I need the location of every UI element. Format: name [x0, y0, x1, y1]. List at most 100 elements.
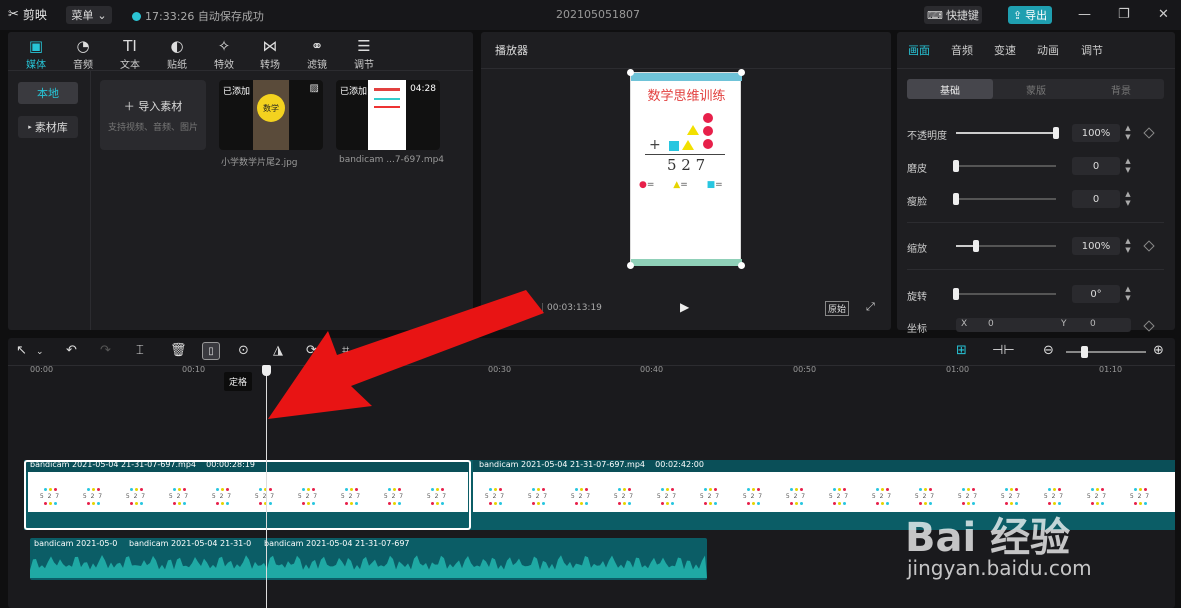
import-label-text: 导入素材	[138, 99, 183, 113]
tab-animation[interactable]: 动画	[1037, 42, 1059, 58]
frame-thumbnail: 5 2 7	[735, 486, 771, 508]
playhead-handle[interactable]	[262, 365, 271, 376]
frame-thumbnail: 5 2 7	[692, 486, 728, 508]
media-thumbnail[interactable]: 已添加 04:28	[336, 80, 440, 150]
keyframe-icon[interactable]	[1143, 240, 1155, 252]
close-icon[interactable]: ✕	[1158, 7, 1169, 22]
media-icon: ▣	[28, 37, 44, 55]
keyframe-icon[interactable]	[1143, 320, 1155, 332]
scale-input[interactable]: 100%	[1072, 237, 1120, 255]
stepper-icon[interactable]: ▲ ▼	[1123, 190, 1133, 208]
smooth-label: 磨皮	[907, 164, 927, 175]
rotate-slider[interactable]	[953, 288, 1056, 300]
crop-icon[interactable]: ⌗	[342, 343, 349, 358]
playhead[interactable]	[266, 374, 267, 608]
rotate-icon[interactable]: ⟳	[306, 343, 317, 358]
tab-audio-props[interactable]: 音频	[951, 42, 973, 58]
reverse-icon[interactable]: ⊙	[238, 343, 249, 358]
import-label: ＋ 导入素材	[124, 98, 183, 114]
rotate-input[interactable]: 0°	[1072, 285, 1120, 303]
position-inputs[interactable]: X 0 Y 0	[956, 318, 1131, 332]
tab-adjust[interactable]: ☰ 调节	[342, 36, 386, 71]
minimize-icon[interactable]: —	[1078, 7, 1091, 22]
stepper-icon[interactable]: ▲ ▼	[1123, 237, 1133, 255]
tab-picture[interactable]: 画面	[908, 42, 930, 58]
subtab-mask[interactable]: 蒙版	[993, 79, 1079, 99]
tab-text[interactable]: TI 文本	[108, 36, 152, 71]
autosave-text: 17:33:26 自动保存成功	[145, 10, 264, 23]
x-value[interactable]: 0	[988, 319, 994, 329]
smooth-slider[interactable]	[953, 160, 1056, 172]
media-thumbnail[interactable]: 数学 已添加 ▨	[219, 80, 323, 150]
audio-track[interactable]: bandicam 2021-05-0 bandicam 2021-05-04 2…	[30, 538, 707, 580]
stepper-icon[interactable]: ▲ ▼	[1123, 124, 1133, 142]
slider-knob[interactable]	[1053, 127, 1059, 139]
video-footer-band	[631, 259, 742, 266]
fullscreen-icon[interactable]: ⤢	[866, 300, 875, 314]
export-icon: ⇪	[1012, 8, 1023, 22]
subtab-background[interactable]: 背景	[1078, 79, 1164, 99]
slim-face-slider[interactable]	[953, 193, 1056, 205]
split-icon[interactable]: ⌶	[136, 343, 144, 358]
app-logo: ✂ 剪映	[8, 6, 47, 23]
tab-speed[interactable]: 变速	[994, 42, 1016, 58]
selected-clip[interactable]	[24, 460, 471, 530]
freeze-frame-button[interactable]: ▯	[202, 342, 220, 360]
magnet-icon[interactable]: ⊞	[956, 343, 967, 358]
scale-slider[interactable]	[956, 240, 1056, 252]
sidebar-item-local[interactable]: 本地	[18, 82, 78, 104]
mirror-icon[interactable]: ◮	[273, 343, 283, 358]
opacity-input[interactable]: 100%	[1072, 124, 1120, 142]
smooth-input[interactable]: 0	[1072, 157, 1120, 175]
clip-duration: 00:02:42:00	[655, 460, 704, 469]
y-value[interactable]: 0	[1090, 319, 1096, 329]
delete-icon[interactable]: 🗑	[170, 343, 187, 358]
zoom-knob[interactable]	[1081, 346, 1088, 358]
divider	[897, 68, 1175, 69]
tick-label: 00:50	[793, 365, 817, 374]
slider-knob[interactable]	[953, 193, 959, 205]
stepper-icon[interactable]: ▲ ▼	[1123, 285, 1133, 303]
link-icon[interactable]: ⊣⊢	[992, 343, 1015, 358]
aspect-ratio-button[interactable]: 原始	[825, 301, 850, 316]
video-preview[interactable]: 数学思维训练 + 5 2 7 ●= ▲= ■=	[627, 69, 745, 269]
tick-label: 00:00	[30, 365, 54, 374]
shortcut-button[interactable]: ⌨ 快捷键	[924, 6, 982, 24]
frame-thumbnail: 5 2 7	[1079, 486, 1115, 508]
slider-knob[interactable]	[973, 240, 979, 252]
opacity-slider[interactable]	[956, 127, 1059, 139]
menu-label: 菜单	[71, 9, 94, 22]
import-media-button[interactable]: ＋ 导入素材 支持视频、音频、图片	[100, 80, 206, 150]
tab-effects[interactable]: ✧ 特效	[202, 36, 246, 71]
app-name: 剪映	[22, 8, 47, 22]
tab-sticker[interactable]: ◐ 贴纸	[155, 36, 199, 71]
subtab-basic[interactable]: 基础	[907, 79, 993, 99]
tab-audio[interactable]: ◔ 音频	[61, 36, 105, 71]
tab-media[interactable]: ▣ 媒体	[14, 36, 58, 71]
waveform-shape	[30, 555, 707, 578]
stepper-icon[interactable]: ▲ ▼	[1123, 157, 1133, 175]
slim-face-input[interactable]: 0	[1072, 190, 1120, 208]
tab-filter[interactable]: ⚭ 滤镜	[295, 36, 339, 71]
slider-knob[interactable]	[953, 160, 959, 172]
audio-clip-name: bandicam 2021-05-04 21-31-07-697	[264, 539, 410, 548]
export-button[interactable]: ⇪ 导出	[1008, 6, 1052, 24]
chevron-down-icon[interactable]: ⌄	[36, 347, 44, 357]
redo-icon[interactable]: ↷	[100, 343, 111, 358]
play-icon[interactable]: ▶	[680, 300, 689, 314]
undo-icon[interactable]: ↶	[66, 343, 77, 358]
sidebar-item-library[interactable]: ▸ 素材库	[18, 116, 78, 138]
slider-knob[interactable]	[953, 288, 959, 300]
total-time: 00:03:13:19	[547, 303, 602, 313]
position-label: 坐标	[907, 324, 927, 335]
select-cursor-icon[interactable]: ↖	[16, 343, 27, 358]
menu-button[interactable]: 菜单 ⌄	[66, 6, 112, 24]
keyframe-icon[interactable]	[1143, 127, 1155, 139]
tab-adjust-props[interactable]: 调节	[1081, 42, 1103, 58]
maximize-icon[interactable]: ❐	[1118, 7, 1130, 22]
zoom-in-icon[interactable]: ⊕	[1153, 343, 1164, 358]
zoom-out-icon[interactable]: ⊖	[1043, 343, 1054, 358]
tick-label: 00:20	[335, 365, 359, 374]
zoom-slider[interactable]	[1066, 351, 1146, 353]
tab-transition[interactable]: ⋈ 转场	[248, 36, 292, 71]
